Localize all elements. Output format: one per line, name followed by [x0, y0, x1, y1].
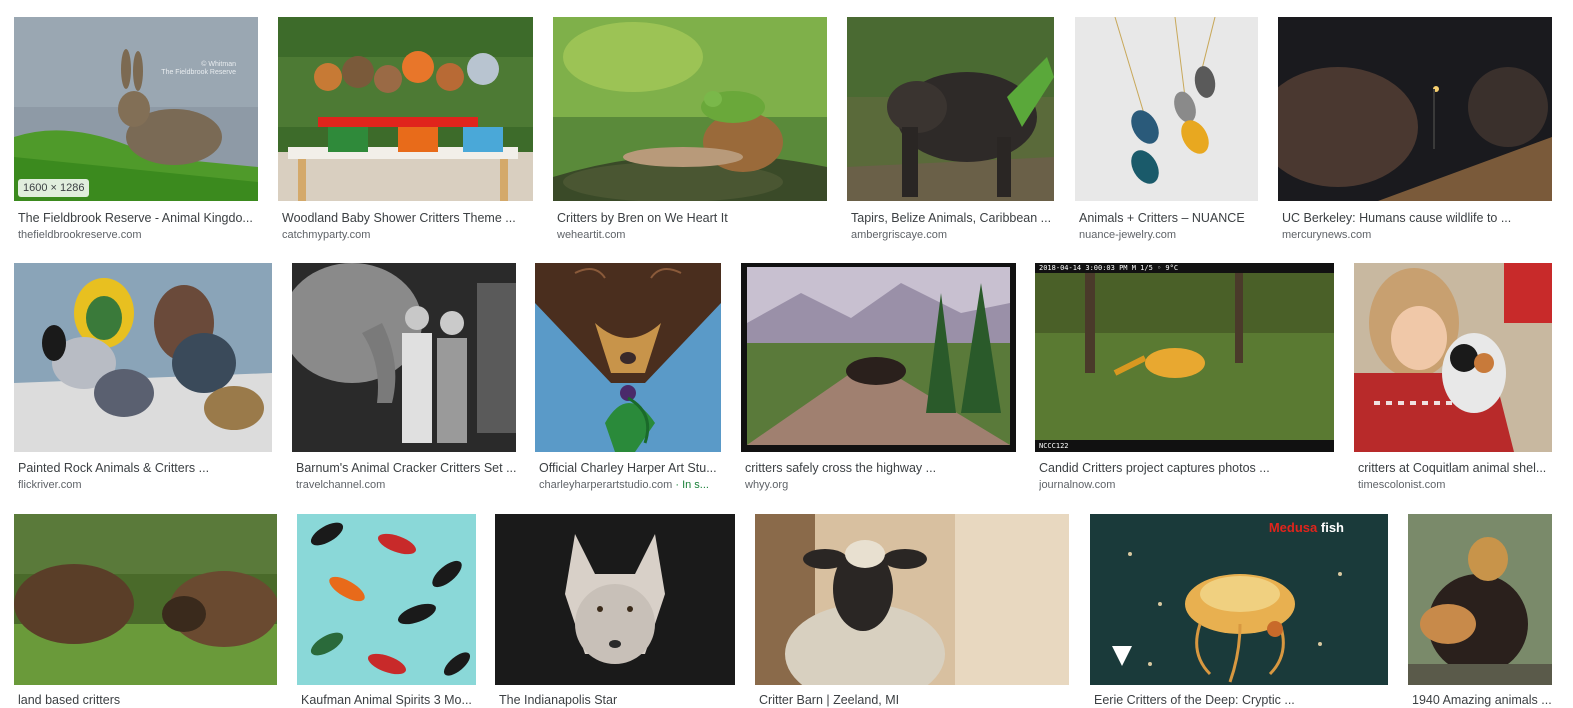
result-title[interactable]: Critters by Bren on We Heart It — [557, 210, 835, 226]
result-card[interactable]: critters safely cross the highway ... wh… — [741, 263, 1026, 495]
painted-rocks-photo — [14, 263, 272, 452]
result-title[interactable]: 1940 Amazing animals ... — [1412, 692, 1560, 708]
result-source[interactable]: ambergriscaye.com — [851, 228, 1062, 242]
result-source-domain: charleyharperartstudio.com — [539, 479, 673, 491]
result-thumbnail[interactable] — [847, 17, 1054, 201]
tapir-photo — [847, 17, 1054, 201]
trailcam-camera-id: NCCC122 — [1039, 442, 1069, 450]
trail-camera-fox-photo — [1035, 273, 1334, 440]
result-title[interactable]: The Fieldbrook Reserve - Animal Kingdo..… — [18, 210, 264, 226]
result-title[interactable]: The Indianapolis Star — [499, 692, 740, 708]
watermark-text: © Whitman — [201, 61, 236, 68]
result-title[interactable]: Eerie Critters of the Deep: Cryptic ... — [1094, 692, 1395, 708]
bear-trail-photo — [747, 267, 1010, 445]
result-thumbnail[interactable] — [741, 263, 1016, 452]
result-title[interactable]: Official Charley Harper Art Stu... — [539, 460, 730, 476]
result-title[interactable]: land based critters — [18, 692, 284, 708]
feather-necklace-photo — [1075, 17, 1258, 201]
girl-with-kitten-photo — [1354, 263, 1552, 452]
result-thumbnail[interactable] — [1354, 263, 1552, 452]
result-title[interactable]: Tapirs, Belize Animals, Caribbean ... — [851, 210, 1062, 226]
result-card[interactable]: Woodland Baby Shower Critters Theme ... … — [278, 17, 540, 247]
result-title[interactable]: Kaufman Animal Spirits 3 Mo... — [301, 692, 487, 708]
result-card[interactable]: UC Berkeley: Humans cause wildlife to ..… — [1278, 17, 1558, 247]
result-source[interactable]: travelchannel.com — [296, 478, 524, 492]
image-dimensions-badge: 1600 × 1286 — [18, 179, 90, 197]
result-source[interactable]: weheartit.com — [557, 228, 835, 242]
result-thumbnail[interactable]: © Whitman The Fieldbrook Reserve 1600 × … — [14, 17, 258, 201]
result-thumbnail[interactable] — [297, 514, 476, 685]
white-fox-photo — [495, 514, 735, 685]
brand-label: fish — [1320, 520, 1344, 535]
bison-photo — [14, 514, 277, 685]
elephant-vintage-photo — [292, 263, 516, 452]
result-source[interactable]: whyy.org — [745, 478, 1026, 492]
result-source[interactable]: charleyharperartstudio.com · In s... — [539, 478, 730, 492]
result-card[interactable]: Painted Rock Animals & Critters ... flic… — [14, 263, 282, 495]
result-thumbnail[interactable] — [535, 263, 721, 452]
result-title[interactable]: Critter Barn | Zeeland, MI — [759, 692, 1075, 708]
trailcam-timestamp: 2018-04-14 3:00:03 PM M 1/5 ◦ 9°C — [1039, 264, 1179, 272]
result-card[interactable]: land based critters — [14, 514, 284, 707]
result-thumbnail[interactable]: 2018-04-14 3:00:03 PM M 1/5 ◦ 9°C NCCC12… — [1035, 263, 1334, 452]
result-source[interactable]: thefieldbrookreserve.com — [18, 228, 264, 242]
result-title[interactable]: critters safely cross the highway ... — [745, 460, 1026, 476]
result-card[interactable]: Critter Barn | Zeeland, MI — [755, 514, 1075, 707]
result-source[interactable]: mercurynews.com — [1282, 228, 1558, 242]
result-card[interactable]: Barnum's Animal Cracker Critters Set ...… — [292, 263, 524, 495]
result-source[interactable]: journalnow.com — [1039, 478, 1340, 492]
charley-harper-bear-art — [535, 263, 721, 452]
result-card[interactable]: Kaufman Animal Spirits 3 Mo... — [297, 514, 487, 707]
result-thumbnail[interactable]: Medusa fish — [1090, 514, 1388, 685]
result-title[interactable]: critters at Coquitlam animal shel... — [1358, 460, 1559, 476]
result-source[interactable]: nuance-jewelry.com — [1079, 228, 1265, 242]
result-thumbnail[interactable] — [14, 263, 272, 452]
result-thumbnail[interactable] — [495, 514, 735, 685]
woodland-shower-photo — [278, 17, 533, 201]
in-stock-label: · In s... — [672, 479, 709, 491]
result-source[interactable]: catchmyparty.com — [282, 228, 540, 242]
result-card[interactable]: 2018-04-14 3:00:03 PM M 1/5 ◦ 9°C NCCC12… — [1035, 263, 1340, 495]
result-card[interactable]: Critters by Bren on We Heart It wehearti… — [553, 17, 835, 247]
result-title[interactable]: Candid Critters project captures photos … — [1039, 460, 1340, 476]
frog-snail-photo — [553, 17, 827, 201]
result-card[interactable]: Tapirs, Belize Animals, Caribbean ... am… — [847, 17, 1062, 247]
result-thumbnail[interactable] — [755, 514, 1069, 685]
image-results-grid: © Whitman The Fieldbrook Reserve 1600 × … — [0, 0, 1573, 707]
result-title[interactable]: UC Berkeley: Humans cause wildlife to ..… — [1282, 210, 1558, 226]
result-title[interactable]: Painted Rock Animals & Critters ... — [18, 460, 282, 476]
result-card[interactable]: 1940 Amazing animals ... — [1408, 514, 1560, 707]
orca-fabric-pattern — [297, 514, 476, 685]
result-thumbnail[interactable] — [278, 17, 533, 201]
watermark-text: The Fieldbrook Reserve — [161, 69, 236, 76]
sheep-photo — [755, 514, 1069, 685]
rabbit-photo — [14, 17, 258, 201]
result-card[interactable]: Medusa fish Eerie Critters of the Deep: … — [1090, 514, 1395, 707]
result-thumbnail[interactable] — [14, 514, 277, 685]
result-card[interactable]: © Whitman The Fieldbrook Reserve 1600 × … — [14, 17, 264, 247]
result-card[interactable]: Animals + Critters – NUANCE nuance-jewel… — [1075, 17, 1265, 247]
result-title[interactable]: Woodland Baby Shower Critters Theme ... — [282, 210, 540, 226]
result-card[interactable]: critters at Coquitlam animal shel... tim… — [1354, 263, 1559, 495]
result-source[interactable]: timescolonist.com — [1358, 478, 1559, 492]
jellyfish-photo — [1090, 514, 1388, 685]
brand-label: Medusa — [1268, 520, 1318, 535]
result-card[interactable]: Official Charley Harper Art Stu... charl… — [535, 263, 730, 495]
result-title[interactable]: Animals + Critters – NUANCE — [1079, 210, 1265, 226]
result-thumbnail[interactable] — [1278, 17, 1552, 201]
result-thumbnail[interactable] — [553, 17, 827, 201]
result-title[interactable]: Barnum's Animal Cracker Critters Set ... — [296, 460, 524, 476]
result-thumbnail[interactable] — [292, 263, 516, 452]
result-thumbnail[interactable] — [1075, 17, 1258, 201]
wild-boar-photo — [1278, 17, 1552, 201]
result-thumbnail[interactable] — [1408, 514, 1552, 685]
result-card[interactable]: The Indianapolis Star — [495, 514, 740, 707]
dog-cat-vintage-photo — [1408, 514, 1552, 685]
result-source[interactable]: flickriver.com — [18, 478, 282, 492]
